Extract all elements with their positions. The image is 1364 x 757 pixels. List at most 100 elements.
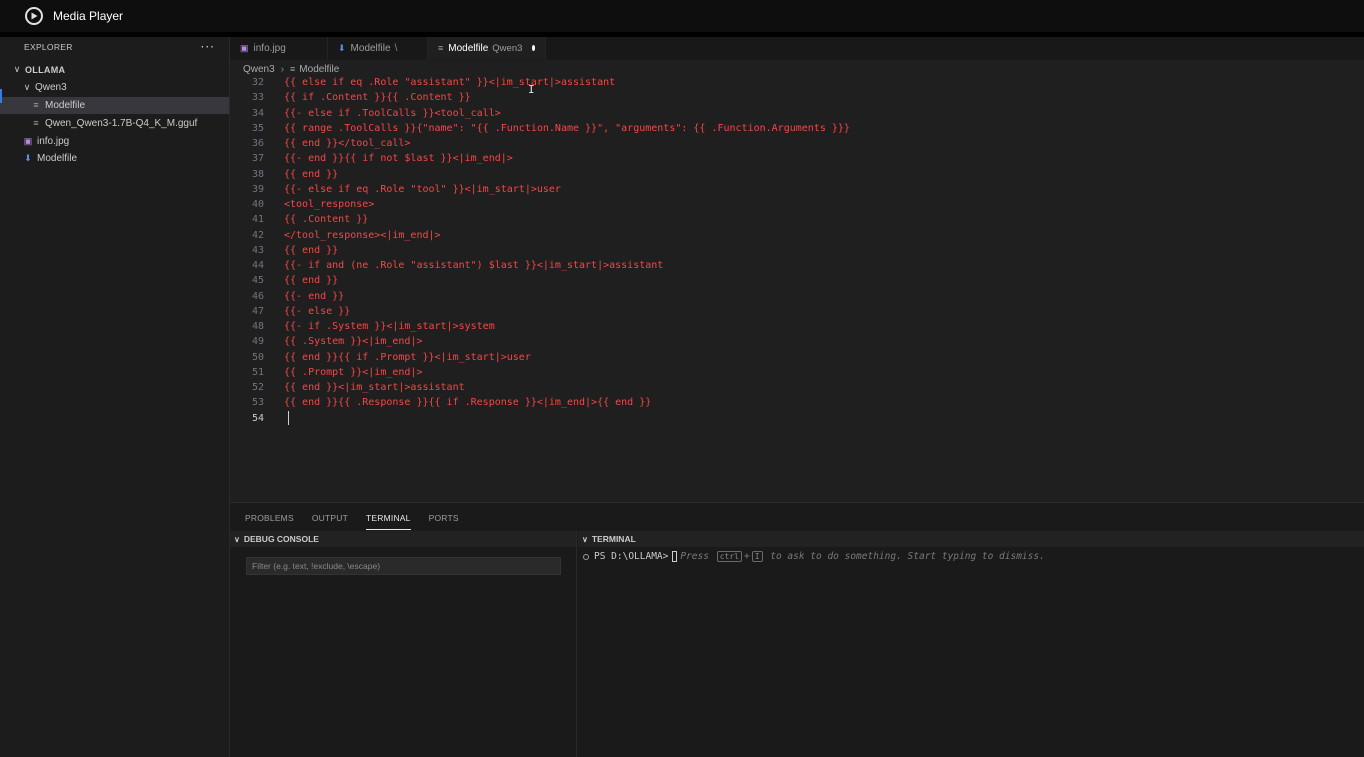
code-text: {{ end }}<|im_start|>assistant [284,382,465,394]
code-line[interactable]: 43 {{ end }} [230,243,1364,258]
chevron-down-icon: ∨ [234,534,240,544]
editor-tabbar: ▣ info.jpg ⬇ Modelfile \ ≡ Modelfile Qwen3 [230,37,1364,59]
code-line[interactable]: 34 {{- else if .ToolCalls }}<tool_call> [230,106,1364,121]
tree-item[interactable]: ≡ Qwen_Qwen3-1.7B-Q4_K_M.gguf [0,114,229,132]
line-number: 33 [251,92,264,104]
tab-label: Modelfile [350,42,391,54]
lines-icon: ≡ [33,118,39,129]
code-line[interactable]: 54 [230,411,1364,426]
code-line[interactable]: 32 {{ else if eq .Role "assistant" }}<|im… [230,75,1364,90]
code-line[interactable]: 33 {{ if .Content }}{{ .Content }} [230,90,1364,105]
terminal-section[interactable]: ∨ TERMINAL PS D:\OLLAMA> Press ctrl + I to… [578,531,1364,757]
line-number: 47 [251,305,264,317]
debug-console-header[interactable]: ∨ DEBUG CONSOLE [230,531,576,547]
activity-indicator [0,89,2,103]
download-icon: ⬇ [24,153,32,164]
more-actions-icon[interactable]: ··· [201,40,215,54]
debug-console-section: ∨ DEBUG CONSOLE Filter (e.g. text, !excl… [230,531,577,757]
line-number: 35 [251,122,264,134]
tree-item[interactable]: ⬇ Modelfile [0,150,229,168]
line-number: 53 [251,397,264,409]
code-line[interactable]: 41 {{ .Content }} [230,212,1364,227]
circle-icon [583,553,589,560]
terminal-header[interactable]: ∨ TERMINAL [578,531,1364,547]
code-line[interactable]: 51 {{ .Prompt }}<|im_end|> [230,365,1364,380]
lines-icon: ≡ [290,64,296,74]
code-line[interactable]: 52 {{ end }}<|im_start|>assistant [230,380,1364,395]
editor-tab[interactable]: ▣ info.jpg [230,37,328,59]
panel-tab-output[interactable]: OUTPUT [312,513,348,530]
window-titlebar: Media Player [0,0,1364,32]
code-line[interactable]: 36 {{ end }}</tool_call> [230,136,1364,151]
code-editor[interactable]: I 32{{ else if eq .Role "assistant" }}<|… [230,75,1364,502]
chevron-down-icon: ∨ [582,534,588,544]
unsaved-dot-icon[interactable] [532,45,535,51]
code-text: {{- if .System }}<|im_start|>system [284,321,495,333]
tree-item[interactable]: ▣ info.jpg [0,132,229,150]
tab-path-suffix: \ [394,42,398,54]
editor-tab[interactable]: ⬇ Modelfile \ [328,37,428,59]
code-line[interactable]: 48 {{- if .System }}<|im_start|>system [230,319,1364,334]
line-number: 38 [251,168,264,180]
tree-item[interactable]: ≡ Modelfile [0,96,229,115]
file-tree: ∨ OLLAMA ∨ Qwen3 ≡ Modelfile ≡ Qwen_Qwen3-1.7B-… [0,61,229,168]
breadcrumb-file[interactable]: Modelfile [299,64,339,75]
line-number: 39 [251,183,264,195]
code-line[interactable]: 44 {{- if and (ne .Role "assistant") $las… [230,258,1364,273]
download-icon: ⬇ [338,42,346,53]
line-number: 41 [251,214,264,226]
tree-item-label: Modelfile [37,153,78,165]
tree-item-label: OLLAMA [25,64,66,75]
code-line[interactable]: 38 {{ end }} [230,167,1364,182]
tree-item-label: Qwen3 [35,82,67,94]
code-text: {{ end }} [284,168,339,180]
kbd-ctrl: ctrl [716,551,742,562]
code-text: {{- end }}{{ if not $last }}<|im_end|> [284,153,513,165]
kbd-i: I [751,551,763,562]
kbd-plus: + [743,551,750,562]
code-line[interactable]: 40 <tool_response> [230,197,1364,212]
code-line[interactable]: 42 </tool_response><|im_end|> [230,228,1364,243]
explorer-title: EXPLORER [24,42,73,52]
code-text: {{- else }} [284,305,351,317]
code-line[interactable]: 47 {{- else }} [230,304,1364,319]
editor-tab[interactable]: ≡ Modelfile Qwen3 [428,37,546,59]
code-line[interactable]: 53 {{ end }}{{ .Response }}{{ if .Respons… [230,395,1364,410]
code-line[interactable]: 49 {{ .System }}<|im_end|> [230,334,1364,349]
line-number: 42 [251,229,264,241]
terminal-prompt: PS D:\OLLAMA> [594,551,669,562]
debug-filter-input[interactable]: Filter (e.g. text, !exclude, \escape) [246,557,561,575]
code-line[interactable]: 45 {{ end }} [230,273,1364,288]
terminal-hint: Press ctrl + I to ask to do something. Sta… [680,551,1045,562]
code-text: {{ range .ToolCalls }}{"name": "{{ .Func… [284,122,850,134]
bottom-panel: PROBLEMS OUTPUT TERMINAL PORTS ∨ DEBUG CONS… [230,502,1364,757]
tree-item[interactable]: ∨ OLLAMA [0,61,229,79]
code-text: <tool_response> [284,199,375,211]
hint-press: Press [680,551,709,562]
code-text: {{ end }}{{ .Response }}{{ if .Response … [284,397,652,409]
line-number: 45 [251,275,264,287]
code-line[interactable]: 46 {{- end }} [230,289,1364,304]
code-line[interactable]: 35 {{ range .ToolCalls }}{"name": "{{ .Fu… [230,121,1364,136]
code-text: {{ if .Content }}{{ .Content }} [284,92,471,104]
code-text: {{- end }} [284,290,345,302]
tree-item[interactable]: ∨ Qwen3 [0,79,229,97]
code-line[interactable]: 39 {{- else if eq .Role "tool" }}<|im_sta… [230,182,1364,197]
terminal-prompt-line[interactable]: PS D:\OLLAMA> Press ctrl + I to ask to do … [583,551,1045,562]
explorer-header: EXPLORER ··· [0,37,229,57]
code-line[interactable]: 37 {{- end }}{{ if not $last }}<|im_end|> [230,151,1364,166]
panel-tab-ports[interactable]: PORTS [429,513,459,530]
image-icon: ▣ [240,42,249,53]
panel-tab-terminal[interactable]: TERMINAL [366,513,411,530]
tab-description: Qwen3 [492,42,523,54]
code-line[interactable]: 50 {{ end }}{{ if .Prompt }}<|im_start|>u… [230,350,1364,365]
code-text: {{ end }} [284,244,339,256]
panel-tab-problems[interactable]: PROBLEMS [245,513,294,530]
tree-item-label: Qwen_Qwen3-1.7B-Q4_K_M.gguf [45,117,198,129]
code-text: {{- if and (ne .Role "assistant") $last … [284,260,664,272]
terminal-cursor [672,551,678,562]
code-text: </tool_response><|im_end|> [284,229,441,241]
lines-icon: ≡ [438,43,444,53]
line-number: 46 [251,290,264,302]
breadcrumb-folder[interactable]: Qwen3 [243,64,275,75]
